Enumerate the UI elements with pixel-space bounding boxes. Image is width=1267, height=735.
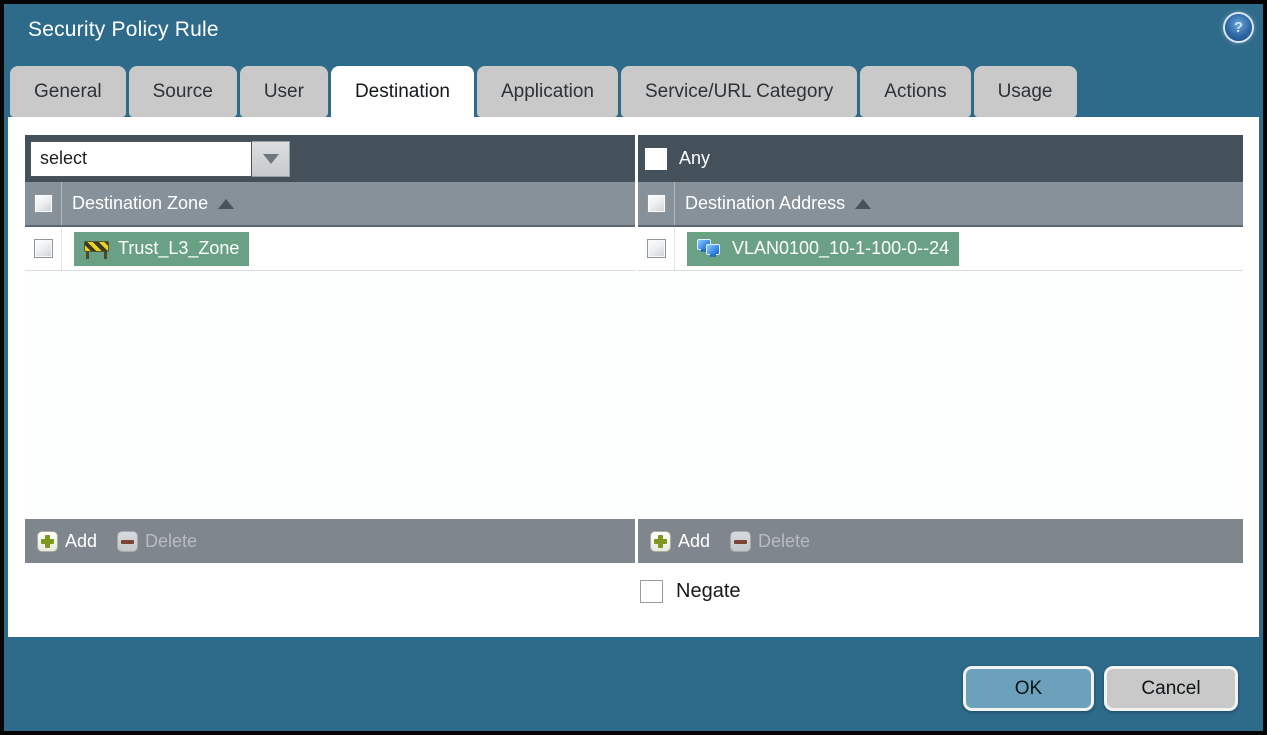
ok-button[interactable]: OK: [963, 666, 1094, 711]
address-chip[interactable]: VLAN0100_10-1-100-0--24: [687, 231, 960, 266]
any-label: Any: [679, 148, 711, 168]
column-divider: [61, 182, 62, 225]
negate-checkbox[interactable]: [640, 580, 663, 603]
address-row-checkbox[interactable]: [646, 239, 666, 258]
tab-actions[interactable]: Actions: [860, 66, 971, 117]
destination-address-panel: Any Destination Address VLAN0100_10-1-10…: [638, 135, 1243, 563]
tab-source[interactable]: Source: [128, 66, 237, 117]
add-zone-button[interactable]: Add: [37, 530, 98, 552]
any-group: Any: [645, 147, 711, 170]
column-divider: [674, 182, 675, 225]
minus-icon: [117, 530, 139, 552]
delete-button-label: Delete: [758, 530, 811, 551]
zone-select-input[interactable]: select: [30, 140, 252, 177]
zone-cell: Trust_L3_Zone: [62, 231, 250, 266]
zone-icon: [84, 239, 109, 259]
address-table-header: Destination Address: [638, 182, 1243, 227]
plus-icon: [650, 530, 671, 552]
dialog-title: Security Policy Rule: [28, 18, 219, 41]
help-icon[interactable]: ?: [1225, 14, 1252, 41]
tab-service-url-category[interactable]: Service/URL Category: [620, 66, 858, 117]
delete-address-button[interactable]: Delete: [730, 530, 811, 552]
sort-ascending-icon: [855, 198, 872, 209]
address-table-body: VLAN0100_10-1-100-0--24: [638, 227, 1243, 519]
destination-zone-panel: select Destination Zone Trust_L3_Zone Ad…: [25, 135, 635, 563]
zone-select-combo: select: [30, 140, 290, 177]
zone-panel-footer: Add Delete: [25, 519, 635, 563]
zone-row-checkbox[interactable]: [33, 239, 53, 258]
address-header-checkbox-cell: [638, 194, 674, 213]
screen: Security Policy Rule ? General Source Us…: [0, 0, 1267, 735]
sort-ascending-icon: [218, 198, 235, 209]
plus-icon: [37, 530, 58, 552]
select-all-addresses-checkbox[interactable]: [646, 194, 666, 213]
address-cell: VLAN0100_10-1-100-0--24: [675, 231, 960, 266]
zone-header-checkbox-cell: [25, 194, 61, 213]
delete-button-label: Delete: [145, 530, 198, 551]
zone-table-header: Destination Zone: [25, 182, 635, 227]
tab-application[interactable]: Application: [477, 66, 618, 117]
security-policy-rule-dialog: Security Policy Rule ? General Source Us…: [4, 4, 1263, 731]
tab-usage[interactable]: Usage: [973, 66, 1077, 117]
table-row: Trust_L3_Zone: [25, 227, 635, 271]
address-panel-toolbar: Any: [638, 135, 1243, 182]
row-checkbox-cell: [638, 239, 674, 258]
any-checkbox[interactable]: [645, 147, 667, 170]
zone-table-body: Trust_L3_Zone: [25, 227, 635, 519]
add-address-button[interactable]: Add: [650, 530, 711, 552]
tab-bar: General Source User Destination Applicat…: [10, 66, 1077, 122]
zone-panel-toolbar: select: [25, 135, 635, 182]
select-all-zones-checkbox[interactable]: [33, 194, 53, 213]
tab-user[interactable]: User: [239, 66, 328, 117]
add-button-label: Add: [678, 530, 711, 551]
minus-icon: [730, 530, 752, 552]
column-header-destination-zone[interactable]: Destination Zone: [72, 193, 208, 214]
zone-chip-label: Trust_L3_Zone: [118, 238, 240, 258]
chevron-down-icon: [262, 153, 279, 164]
row-checkbox-cell: [25, 239, 61, 258]
zone-select-dropdown-button[interactable]: [252, 140, 290, 177]
add-button-label: Add: [65, 530, 98, 551]
table-row: VLAN0100_10-1-100-0--24: [638, 227, 1243, 271]
tab-general[interactable]: General: [10, 66, 126, 117]
destination-tab-content: select Destination Zone Trust_L3_Zone Ad…: [8, 117, 1259, 637]
negate-group: Negate: [640, 580, 741, 603]
zone-chip[interactable]: Trust_L3_Zone: [74, 231, 250, 266]
network-address-icon: [697, 238, 723, 259]
negate-label: Negate: [676, 580, 741, 602]
tab-destination[interactable]: Destination: [330, 66, 474, 122]
cancel-button[interactable]: Cancel: [1104, 666, 1238, 711]
address-panel-footer: Add Delete: [638, 519, 1243, 563]
address-chip-label: VLAN0100_10-1-100-0--24: [732, 238, 950, 258]
column-header-destination-address[interactable]: Destination Address: [685, 193, 845, 214]
delete-zone-button[interactable]: Delete: [117, 530, 198, 552]
